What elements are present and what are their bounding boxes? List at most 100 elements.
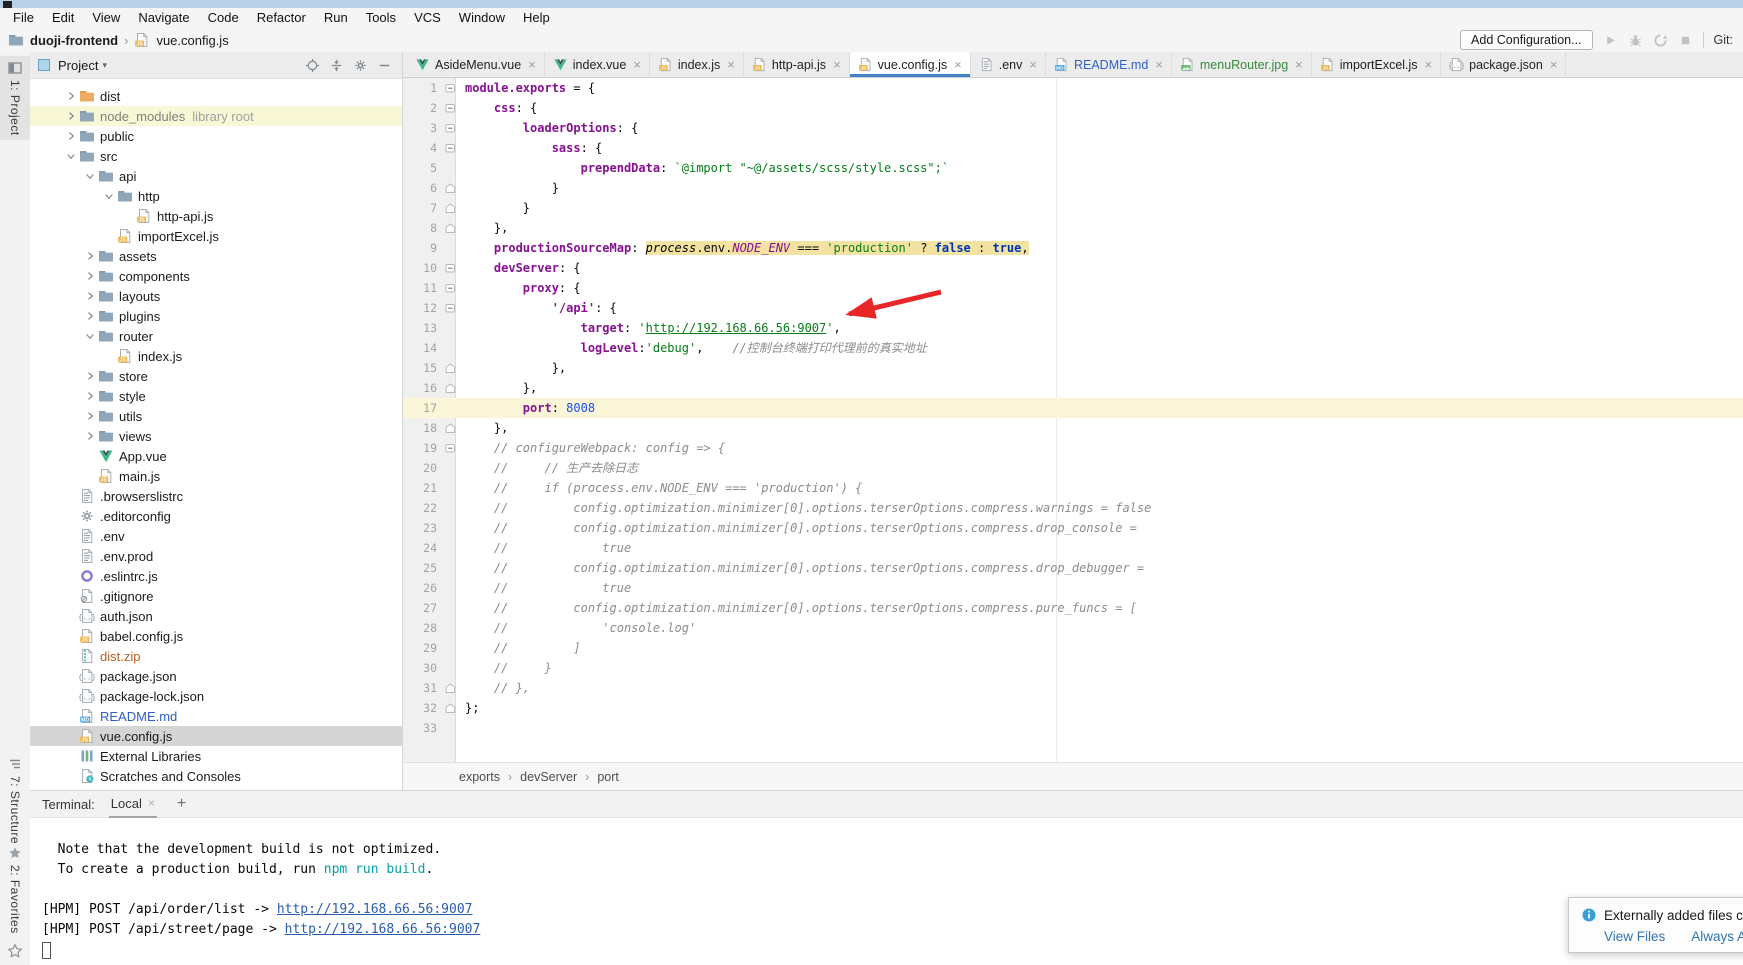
tree-item--env[interactable]: .env: [30, 526, 402, 546]
tree-item-scratches-and-consoles[interactable]: Scratches and Consoles: [30, 766, 402, 786]
code-text[interactable]: // ]: [459, 638, 1743, 658]
chevron-right-icon[interactable]: [82, 390, 97, 402]
code-text[interactable]: // configureWebpack: config => {: [459, 438, 1743, 458]
collapse-all-icon[interactable]: [329, 58, 344, 73]
code-text[interactable]: css: {: [459, 98, 1743, 118]
tab-vue-config-js[interactable]: JSvue.config.js×: [850, 52, 971, 77]
chevron-right-icon[interactable]: [82, 290, 97, 302]
code-text[interactable]: };: [459, 698, 1743, 718]
fold-marker-icon[interactable]: [441, 303, 459, 314]
tree-item-dist[interactable]: dist: [30, 86, 402, 106]
tree-item-public[interactable]: public: [30, 126, 402, 146]
tab-index-vue[interactable]: index.vue×: [545, 52, 650, 77]
code-text[interactable]: proxy: {: [459, 278, 1743, 298]
tree-item-dist-zip[interactable]: dist.zip: [30, 646, 402, 666]
code-text[interactable]: // },: [459, 678, 1743, 698]
breadcrumb-exports[interactable]: exports: [459, 770, 500, 784]
code-text[interactable]: // // 生产去除日志: [459, 458, 1743, 478]
fold-marker-icon[interactable]: [441, 363, 459, 374]
code-text[interactable]: }: [459, 178, 1743, 198]
menu-view[interactable]: View: [83, 8, 129, 28]
fold-marker-icon[interactable]: [441, 423, 459, 434]
tree-item-http[interactable]: http: [30, 186, 402, 206]
menu-navigate[interactable]: Navigate: [129, 8, 198, 28]
tree-item-utils[interactable]: utils: [30, 406, 402, 426]
close-icon[interactable]: ×: [148, 796, 155, 810]
tree-item-package-lock-json[interactable]: {..}package-lock.json: [30, 686, 402, 706]
terminal-link[interactable]: http://192.168.66.56:9007: [277, 902, 473, 917]
fold-marker-icon[interactable]: [441, 103, 459, 114]
close-icon[interactable]: ×: [1155, 57, 1163, 72]
tab--env[interactable]: .env×: [971, 52, 1046, 77]
code-text[interactable]: devServer: {: [459, 258, 1743, 278]
chevron-right-icon[interactable]: [82, 410, 97, 422]
close-icon[interactable]: ×: [727, 57, 735, 72]
code-text[interactable]: prependData: `@import "~@/assets/scss/st…: [459, 158, 1743, 178]
fold-marker-icon[interactable]: [441, 203, 459, 214]
tool-window-button-project[interactable]: 1: Project: [0, 56, 30, 140]
fold-marker-icon[interactable]: [441, 263, 459, 274]
tree-item--gitignore[interactable]: .gitignore: [30, 586, 402, 606]
tree-item-vue-config-js[interactable]: JSvue.config.js: [30, 726, 402, 746]
fold-marker-icon[interactable]: [441, 283, 459, 294]
tree-item-package-json[interactable]: {..}package.json: [30, 666, 402, 686]
breadcrumb-devServer[interactable]: devServer: [520, 770, 577, 784]
tree-item-src[interactable]: src: [30, 146, 402, 166]
fold-marker-icon[interactable]: [441, 223, 459, 234]
terminal-tab-local[interactable]: Local ×: [109, 790, 157, 818]
menu-code[interactable]: Code: [199, 8, 248, 28]
code-text[interactable]: // config.optimization.minimizer[0].opti…: [459, 598, 1743, 618]
tree-item-node-modules[interactable]: node_moduleslibrary root: [30, 106, 402, 126]
coverage-icon[interactable]: [1653, 33, 1668, 48]
code-text[interactable]: '/api': {: [459, 298, 1743, 318]
fold-marker-icon[interactable]: [441, 703, 459, 714]
code-text[interactable]: // config.optimization.minimizer[0].opti…: [459, 558, 1743, 578]
view-files-link[interactable]: View Files: [1604, 929, 1665, 944]
chevron-right-icon[interactable]: [63, 90, 78, 102]
tool-window-button-structure[interactable]: 7: Structure: [0, 752, 30, 848]
menu-help[interactable]: Help: [514, 8, 559, 28]
tree-item-index-js[interactable]: JSindex.js: [30, 346, 402, 366]
tree-item-assets[interactable]: assets: [30, 246, 402, 266]
chevron-down-icon[interactable]: [82, 170, 97, 182]
settings-gear-icon[interactable]: [353, 58, 368, 73]
tab-menurouter-jpg[interactable]: menuRouter.jpg×: [1172, 52, 1312, 77]
close-icon[interactable]: ×: [1029, 57, 1037, 72]
tree-item-style[interactable]: style: [30, 386, 402, 406]
code-text[interactable]: logLevel:'debug', //控制台终端打印代理前的真实地址: [459, 338, 1743, 358]
terminal-link[interactable]: http://192.168.66.56:9007: [285, 922, 481, 937]
terminal-label[interactable]: Terminal:: [42, 797, 95, 812]
fold-marker-icon[interactable]: [441, 383, 459, 394]
locate-file-icon[interactable]: [305, 58, 320, 73]
chevron-right-icon[interactable]: [63, 130, 78, 142]
code-text[interactable]: loaderOptions: {: [459, 118, 1743, 138]
tree-item--env-prod[interactable]: .env.prod: [30, 546, 402, 566]
code-text[interactable]: },: [459, 358, 1743, 378]
always-add-link[interactable]: Always Add: [1691, 929, 1743, 944]
close-icon[interactable]: ×: [633, 57, 641, 72]
add-configuration-button[interactable]: Add Configuration...: [1460, 30, 1593, 50]
tree-item--browserslistrc[interactable]: .browserslistrc: [30, 486, 402, 506]
tree-item-main-js[interactable]: JSmain.js: [30, 466, 402, 486]
close-icon[interactable]: ×: [954, 57, 962, 72]
menu-edit[interactable]: Edit: [43, 8, 83, 28]
chevron-right-icon[interactable]: [82, 430, 97, 442]
code-text[interactable]: // config.optimization.minimizer[0].opti…: [459, 518, 1743, 538]
code-text[interactable]: // config.optimization.minimizer[0].opti…: [459, 498, 1743, 518]
code-text[interactable]: },: [459, 418, 1743, 438]
menu-window[interactable]: Window: [450, 8, 514, 28]
menu-refactor[interactable]: Refactor: [248, 8, 315, 28]
tree-item-store[interactable]: store: [30, 366, 402, 386]
tree-item-api[interactable]: api: [30, 166, 402, 186]
fold-marker-icon[interactable]: [441, 83, 459, 94]
code-text[interactable]: // }: [459, 658, 1743, 678]
tab-importexcel-js[interactable]: JSimportExcel.js×: [1312, 52, 1441, 77]
tree-item-router[interactable]: router: [30, 326, 402, 346]
tree-item-external-libraries[interactable]: External Libraries: [30, 746, 402, 766]
tool-window-button-favorites[interactable]: 2: Favorites: [0, 841, 30, 938]
code-editor[interactable]: 1module.exports = {2 css: {3 loaderOptio…: [403, 78, 1743, 762]
close-icon[interactable]: ×: [833, 57, 841, 72]
fold-marker-icon[interactable]: [441, 683, 459, 694]
tab-package-json[interactable]: {..}package.json×: [1441, 52, 1566, 77]
tree-item--eslintrc-js[interactable]: .eslintrc.js: [30, 566, 402, 586]
